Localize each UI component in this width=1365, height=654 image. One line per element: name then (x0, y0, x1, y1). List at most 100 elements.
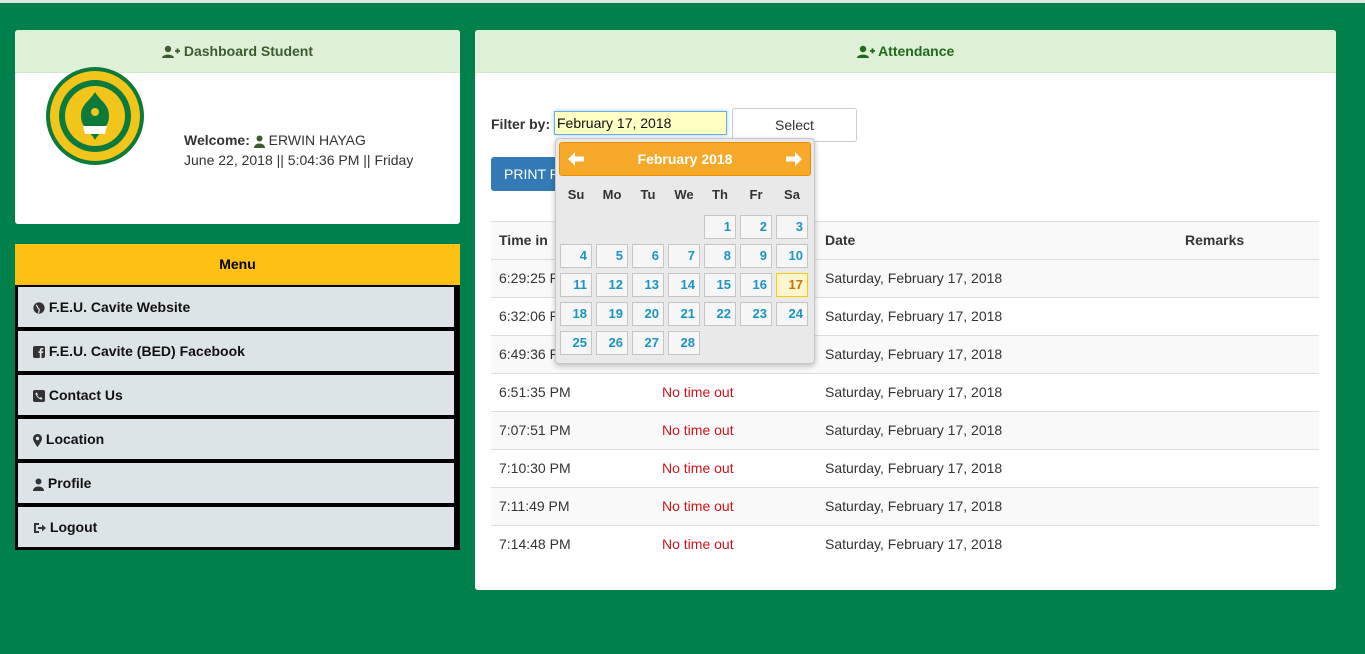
calendar-day[interactable]: 9 (740, 244, 772, 268)
date-cell: Saturday, February 17, 2018 (825, 460, 1003, 476)
table-row: 6:51:35 PM No time out Saturday, Februar… (491, 373, 1319, 411)
time-in-cell: 7:11:49 PM (499, 498, 570, 514)
calendar-day[interactable]: 22 (704, 302, 736, 326)
calendar-day[interactable]: 5 (596, 244, 628, 268)
calendar-day[interactable]: 13 (632, 273, 664, 297)
phone-icon (33, 390, 45, 403)
filter-label: Filter by: (491, 116, 551, 132)
menu-item-label: Contact Us (48, 387, 123, 403)
table-row: 7:11:49 PM No time out Saturday, Februar… (491, 487, 1319, 525)
time-out-cell: No time out (662, 422, 734, 438)
prev-month-icon[interactable] (567, 151, 585, 167)
weekday-header: Su (567, 187, 585, 202)
time-in-cell: 7:10:30 PM (499, 460, 571, 476)
map-marker-icon (33, 433, 42, 447)
date-cell: Saturday, February 17, 2018 (825, 270, 1003, 286)
user-icon (253, 135, 265, 148)
logout-icon (34, 523, 46, 534)
time-out-cell: No time out (662, 460, 734, 476)
time-out-cell: No time out (662, 498, 734, 514)
time-in-cell: 7:07:51 PM (499, 422, 571, 438)
table-row: 7:07:51 PM No time out Saturday, Februar… (491, 411, 1319, 449)
calendar-day[interactable]: 27 (632, 331, 664, 355)
dashboard-title: Dashboard Student (183, 43, 313, 59)
calendar-day[interactable]: 7 (668, 244, 700, 268)
attendance-heading: Attendance (475, 30, 1336, 73)
menu-panel: Menu F.E.U. Cavite Website F.E.U. Cavite… (15, 244, 460, 550)
calendar-day[interactable]: 28 (668, 331, 700, 355)
date-filter-input[interactable] (554, 111, 727, 135)
calendar-day[interactable]: 25 (560, 331, 592, 355)
menu-item-facebook[interactable]: F.E.U. Cavite (BED) Facebook (18, 331, 454, 371)
user-name: ERWIN HAYAG (268, 132, 366, 148)
time-out-cell: No time out (662, 536, 734, 552)
weekday-header: We (674, 187, 694, 202)
calendar-day[interactable]: 21 (668, 302, 700, 326)
menu-item-profile[interactable]: Profile (18, 463, 454, 503)
menu-item-label: F.E.U. Cavite (BED) Facebook (48, 343, 245, 359)
menu-heading: Menu (15, 244, 460, 285)
user-icon (33, 478, 44, 491)
select-button[interactable]: Select (732, 108, 857, 142)
calendar-day[interactable]: 2 (740, 215, 772, 239)
calendar-day[interactable]: 1 (704, 215, 736, 239)
datepicker-popup: February 2018 Su Mo Tu We Th Fr Sa 1 2 3 4 5 6 7 8 9 10 1… (555, 138, 815, 364)
menu-item-label: Logout (49, 519, 98, 535)
calendar-day[interactable]: 12 (596, 273, 628, 297)
calendar-day[interactable]: 15 (704, 273, 736, 297)
facebook-icon (33, 346, 45, 359)
calendar-day[interactable]: 10 (776, 244, 808, 268)
weekday-header: Fr (749, 187, 763, 202)
calendar-day[interactable]: 24 (776, 302, 808, 326)
calendar-day[interactable]: 4 (560, 244, 592, 268)
calendar-day[interactable]: 6 (632, 244, 664, 268)
menu-item-logout[interactable]: Logout (18, 507, 454, 547)
add-user-icon (161, 46, 180, 59)
time-out-cell: No time out (662, 384, 734, 400)
calendar-day[interactable]: 20 (632, 302, 664, 326)
menu-item-website[interactable]: F.E.U. Cavite Website (18, 287, 454, 327)
calendar-day[interactable]: 16 (740, 273, 772, 297)
table-row: 7:10:30 PM No time out Saturday, Februar… (491, 449, 1319, 487)
menu-item-location[interactable]: Location (18, 419, 454, 459)
date-cell: Saturday, February 17, 2018 (825, 422, 1003, 438)
calendar-day[interactable]: 8 (704, 244, 736, 268)
calendar-day[interactable]: 11 (560, 273, 592, 297)
time-in-cell: 6:51:35 PM (499, 384, 571, 400)
datepicker-month-label: February 2018 (637, 151, 733, 167)
date-cell: Saturday, February 17, 2018 (825, 346, 1003, 362)
calendar-day[interactable]: 23 (740, 302, 772, 326)
date-cell: Saturday, February 17, 2018 (825, 498, 1003, 514)
column-header-time-in: Time in (499, 232, 548, 248)
current-datetime: June 22, 2018 || 5:04:36 PM || Friday (184, 152, 414, 168)
weekday-header: Mo (602, 187, 622, 202)
menu-item-label: Profile (47, 475, 92, 491)
school-logo (46, 67, 144, 165)
calendar-day[interactable]: 17 (776, 273, 808, 297)
time-in-cell: 7:14:48 PM (499, 536, 571, 552)
calendar-day[interactable]: 3 (776, 215, 808, 239)
date-cell: Saturday, February 17, 2018 (825, 384, 1003, 400)
globe-icon (33, 302, 45, 314)
add-user-icon (856, 46, 875, 59)
attendance-title: Attendance (878, 43, 955, 59)
welcome-label: Welcome: (184, 132, 250, 148)
column-header-remarks: Remarks (1185, 232, 1245, 248)
calendar-day[interactable]: 26 (596, 331, 628, 355)
next-month-icon[interactable] (785, 151, 803, 167)
calendar-day[interactable]: 18 (560, 302, 592, 326)
table-row: 7:14:48 PM No time out Saturday, Februar… (491, 525, 1319, 563)
datepicker-header: February 2018 (559, 142, 811, 176)
welcome-block: Welcome: ERWIN HAYAG June 22, 2018 || 5:… (184, 130, 413, 170)
date-cell: Saturday, February 17, 2018 (825, 536, 1003, 552)
menu-item-contact[interactable]: Contact Us (18, 375, 454, 415)
dashboard-panel: Dashboard Student Welcome: ERWIN HAYAG J… (15, 30, 460, 224)
calendar-day[interactable]: 19 (596, 302, 628, 326)
weekday-header: Sa (784, 187, 800, 202)
menu-item-label: Location (45, 431, 105, 447)
weekday-header: Tu (640, 187, 656, 202)
menu-item-label: F.E.U. Cavite Website (48, 299, 191, 315)
column-header-date: Date (825, 232, 856, 248)
calendar-day[interactable]: 14 (668, 273, 700, 297)
top-border (0, 0, 1365, 3)
